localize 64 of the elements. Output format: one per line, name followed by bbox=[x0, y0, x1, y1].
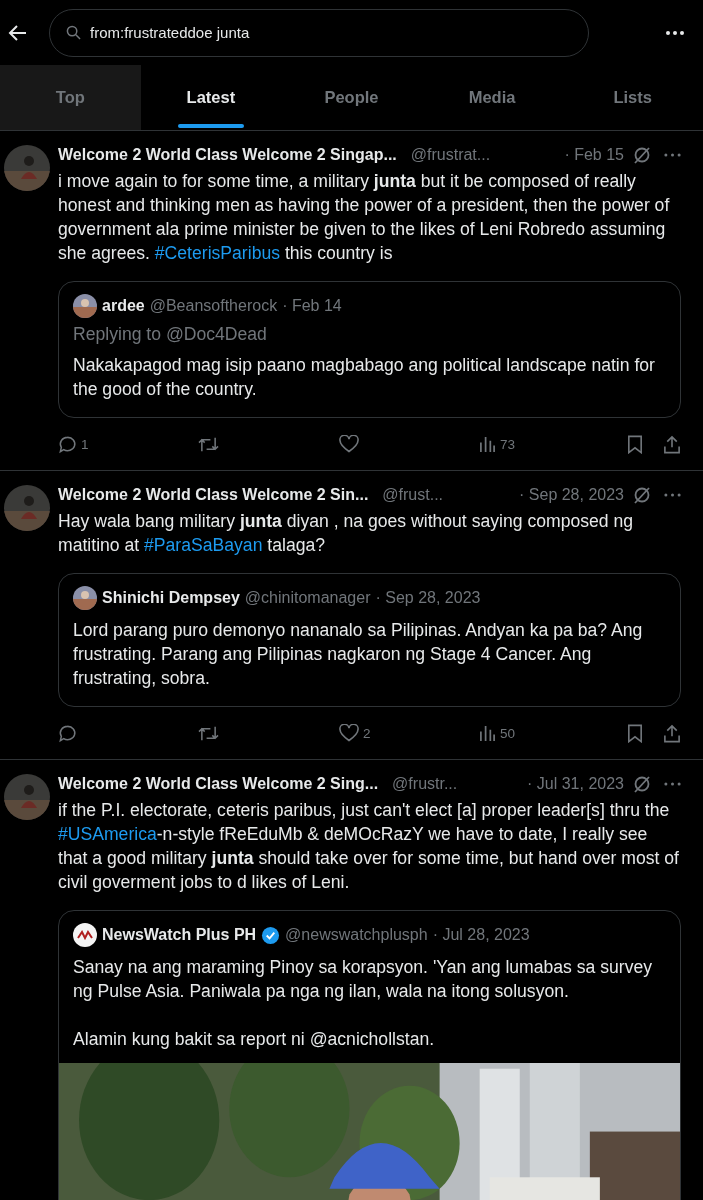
author-handle[interactable]: @frust... bbox=[382, 486, 444, 504]
author-handle: @chinitomanager bbox=[244, 589, 371, 607]
tweet-text: if the P.I. electorate, ceteris paribus, just can't elect [a] proper leader[s] thru the #USAmerica-n-style fReEduMb & deMOcRazY we have to date, I really see that a good military junta should take over for some time, but hand over most of civil goverment jobs to d likes of Leni. bbox=[58, 799, 680, 894]
view-count: 73 bbox=[500, 436, 516, 452]
hashtag-link[interactable]: #ParaSaBayan bbox=[144, 535, 263, 555]
author-name[interactable]: Welcome 2 World Class Welcome 2 Singap... bbox=[58, 146, 397, 164]
hashtag-link[interactable]: #CeterisParibus bbox=[154, 243, 280, 263]
reply-icon[interactable] bbox=[58, 723, 77, 743]
timestamp[interactable]: · Sep 28, 2023 bbox=[449, 486, 624, 504]
author-handle: @Beansoftherock bbox=[149, 297, 278, 315]
avatar[interactable] bbox=[4, 145, 50, 191]
author-handle: @newswatchplusph bbox=[285, 926, 428, 944]
avatar[interactable] bbox=[4, 485, 50, 531]
quoted-tweet-text: Sanay na ang maraming Pinoy sa korapsyon. 'Yan ang lumabas sa survey ng Pulse Asia. Paniwala pa nga ng ilan, wala na itong solusyon. Alamin kung bakit sa report ni @acnichollstan. bbox=[73, 956, 654, 1051]
quoted-tweet-card[interactable] bbox=[58, 573, 681, 707]
slashed-circle-icon[interactable] bbox=[632, 774, 652, 794]
timestamp: · Sep 28, 2023 bbox=[375, 589, 481, 607]
author-name[interactable]: ardee bbox=[102, 297, 145, 315]
bookmark-icon[interactable] bbox=[627, 723, 643, 743]
author-name[interactable]: Welcome 2 World Class Welcome 2 Sin... bbox=[58, 486, 369, 504]
verified-badge-icon bbox=[261, 925, 281, 945]
more-icon[interactable] bbox=[665, 29, 685, 36]
view-count: 50 bbox=[500, 725, 516, 741]
search-icon bbox=[66, 24, 81, 40]
reply-icon[interactable] bbox=[58, 434, 77, 454]
quoted-tweet-text: Nakakapagod mag isip paano magbabago ang political landscape natin for the good of the country. bbox=[73, 354, 656, 401]
timestamp[interactable]: · Feb 15 bbox=[496, 146, 624, 164]
avatar[interactable] bbox=[4, 774, 50, 820]
author-name[interactable]: Welcome 2 World Class Welcome 2 Sing... bbox=[58, 775, 379, 793]
avatar bbox=[73, 586, 97, 610]
avatar bbox=[73, 923, 97, 947]
replying-to-text: Replying to @Doc4Dead bbox=[73, 324, 268, 345]
quoted-tweet-card[interactable]: ardee @Beansoftherock · Feb 14 Replying to @Doc4Dead Nakakapagod mag isip paano magbabago ang political landscape natin for the good of the country. bbox=[58, 281, 681, 418]
tab[interactable]: Lists bbox=[562, 65, 703, 130]
timestamp: · Feb 14 bbox=[282, 297, 342, 315]
author-handle[interactable]: @frustrat... bbox=[410, 146, 491, 164]
tab[interactable]: Media bbox=[421, 65, 563, 130]
quoted-tweet-card[interactable] bbox=[58, 910, 681, 1200]
views-icon[interactable] bbox=[479, 724, 496, 742]
author-name[interactable]: Shinichi Dempsey bbox=[102, 589, 240, 607]
tweet-text: Hay wala bang military junta diyan , na goes without saying composed ng matitino at #ParaSaBayan talaga? bbox=[58, 510, 635, 557]
reply-count: 1 bbox=[81, 436, 89, 452]
timestamp: · Jul 28, 2023 bbox=[432, 926, 530, 944]
search-field[interactable]: from:frustrateddoe junta bbox=[49, 8, 589, 57]
like-count: 2 bbox=[363, 725, 371, 741]
tab[interactable]: Latest bbox=[140, 65, 282, 130]
tab[interactable]: People bbox=[281, 65, 422, 130]
share-icon[interactable] bbox=[663, 723, 681, 743]
author-handle[interactable]: @frustr... bbox=[392, 775, 458, 793]
slashed-circle-icon[interactable] bbox=[632, 485, 652, 505]
author-name[interactable]: NewsWatch Plus PH bbox=[102, 926, 257, 944]
bookmark-icon[interactable] bbox=[627, 434, 643, 454]
timestamp[interactable]: · Jul 31, 2023 bbox=[463, 775, 624, 793]
heart-icon[interactable] bbox=[339, 724, 359, 742]
hashtag-link[interactable]: #USAmerica bbox=[58, 824, 157, 844]
heart-icon[interactable] bbox=[339, 435, 359, 453]
tweet-text: i move again to for some time, a military junta but it be composed of really honest and thinking men as having the power of a president, then the power of government ala prime minister be given to the likes of Leni Robredo assuming she agrees. #CeterisParibus this country is bbox=[58, 170, 671, 265]
views-icon[interactable] bbox=[479, 435, 496, 453]
tab[interactable]: Top bbox=[0, 65, 141, 130]
quoted-tweet-text: Lord parang puro demonyo nananalo sa Pilipinas. Andyan ka pa ba? Ang frustrating. Parang ang Pilipinas nagkaron ng Stage 4 Cancer. Ang frustrating, sobra. bbox=[73, 619, 644, 690]
slashed-circle-icon[interactable] bbox=[632, 145, 652, 165]
back-icon[interactable] bbox=[8, 22, 28, 43]
avatar bbox=[73, 294, 97, 318]
share-icon[interactable] bbox=[663, 434, 681, 454]
